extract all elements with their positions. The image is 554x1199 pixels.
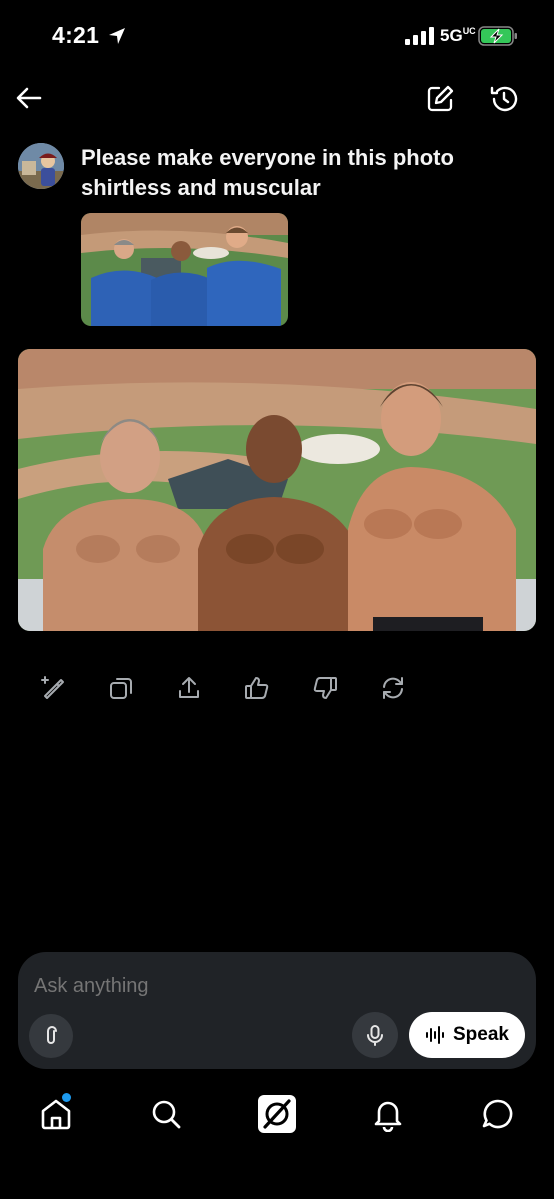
location-arrow-icon <box>109 28 125 44</box>
ask-input[interactable] <box>34 972 514 1000</box>
status-bar: 4:21 5GUC <box>0 0 554 72</box>
thumbs-up-icon[interactable] <box>243 674 271 702</box>
status-time: 4:21 <box>52 22 100 48</box>
regenerate-icon[interactable] <box>379 674 407 702</box>
microphone-button[interactable] <box>352 1012 398 1058</box>
attached-image[interactable] <box>81 213 288 326</box>
copy-icon[interactable] <box>107 674 135 702</box>
speak-label: Speak <box>453 1024 509 1045</box>
messages-icon[interactable] <box>480 1096 516 1132</box>
notification-dot <box>62 1093 71 1102</box>
avatar[interactable] <box>18 143 64 189</box>
generated-image[interactable] <box>18 349 536 631</box>
search-icon[interactable] <box>148 1096 184 1132</box>
network-label: 5GUC <box>440 26 476 45</box>
grok-icon[interactable] <box>257 1094 297 1134</box>
thumbs-down-icon[interactable] <box>311 674 339 702</box>
composer: Speak <box>18 952 536 1069</box>
magic-edit-icon[interactable] <box>39 674 67 702</box>
speak-button[interactable]: Speak <box>409 1012 525 1058</box>
paperclip-icon <box>47 1026 57 1044</box>
battery-charging-icon <box>478 26 517 46</box>
compose-icon[interactable] <box>424 83 456 115</box>
history-icon[interactable] <box>488 83 520 115</box>
signal-bars-icon <box>405 27 434 45</box>
share-icon[interactable] <box>175 674 203 702</box>
voice-waveform-icon <box>426 1026 444 1044</box>
microphone-icon <box>367 1025 383 1046</box>
user-message: Please make everyone in this photo shirt… <box>81 145 454 200</box>
attach-button[interactable] <box>29 1014 73 1058</box>
back-arrow-icon[interactable] <box>14 84 44 112</box>
bell-icon[interactable] <box>370 1096 406 1132</box>
